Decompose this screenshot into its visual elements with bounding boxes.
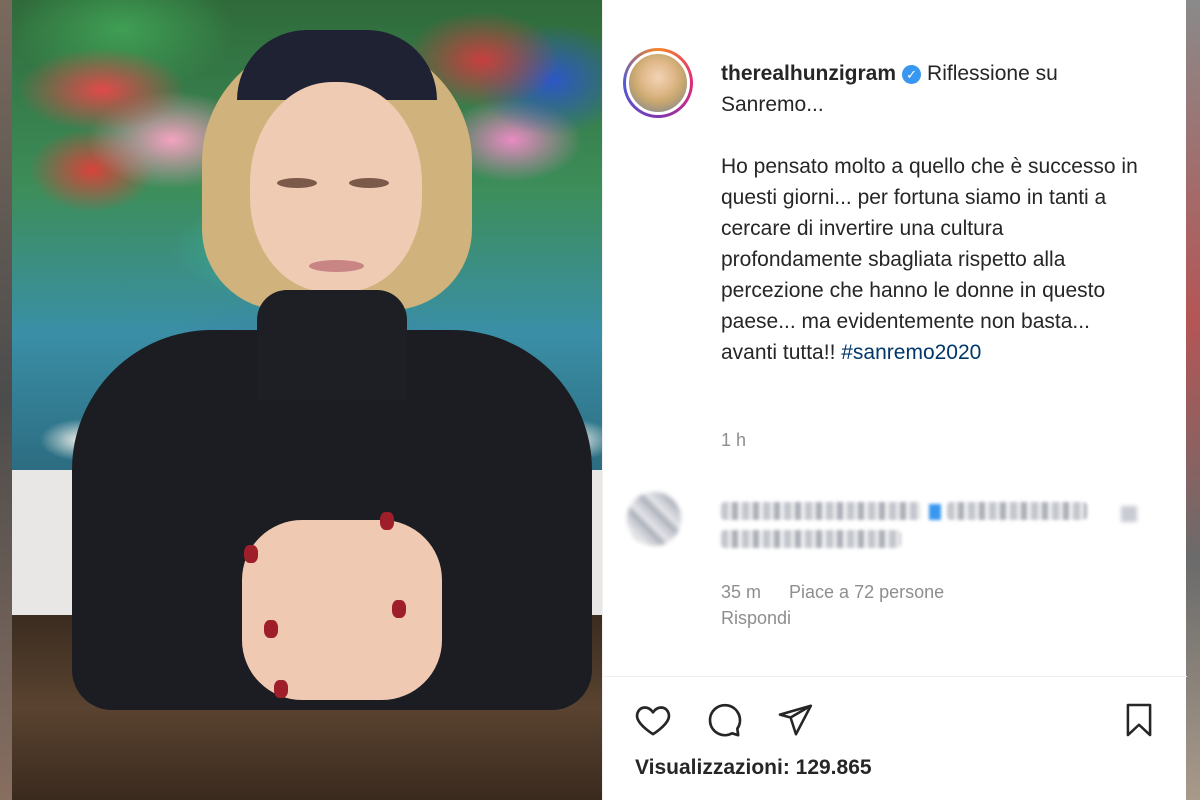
reply-button[interactable]: Rispondi	[721, 608, 791, 629]
post-modal: therealhunzigram ✓ Riflessione su Sanremo.…	[12, 0, 1187, 800]
avatar[interactable]	[626, 51, 690, 115]
comment-meta: 35 m Piace a 72 persone	[721, 582, 944, 603]
action-bar	[631, 698, 1161, 742]
comment-text-blurred-2	[721, 530, 901, 548]
story-ring[interactable]	[623, 48, 693, 118]
nail	[264, 620, 278, 638]
blurred-comment	[623, 484, 1163, 564]
username-link[interactable]: therealhunzigram	[721, 62, 896, 85]
nail	[392, 600, 406, 618]
comment-likes[interactable]: Piace a 72 persone	[789, 582, 944, 603]
comment-avatar-blurred[interactable]	[627, 492, 681, 546]
share-button[interactable]	[773, 698, 817, 742]
post-details-panel: therealhunzigram ✓ Riflessione su Sanremo.…	[602, 0, 1187, 800]
comment-button[interactable]	[701, 698, 745, 742]
view-count[interactable]: Visualizzazioni: 129.865	[635, 756, 872, 780]
left-eye	[277, 178, 317, 188]
caption-block: therealhunzigram ✓ Riflessione su Sanremo.…	[623, 48, 1163, 368]
caption: therealhunzigram ✓ Riflessione su Sanremo.…	[721, 58, 1141, 368]
hashtag-link[interactable]: #sanremo2020	[841, 341, 981, 364]
right-eye	[349, 178, 389, 188]
comment-text-blurred	[947, 502, 1087, 520]
nail	[244, 545, 258, 563]
backdrop-right-edge	[1186, 0, 1200, 800]
clasped-hands	[242, 520, 442, 700]
nail	[380, 512, 394, 530]
nail	[274, 680, 288, 698]
save-button[interactable]	[1117, 698, 1161, 742]
like-button[interactable]	[631, 698, 675, 742]
comment-verified-blurred	[929, 504, 941, 520]
caption-body: Ho pensato molto a quello che è successo…	[721, 155, 1138, 364]
verified-badge-icon: ✓	[902, 65, 922, 84]
turtleneck	[257, 290, 407, 400]
caption-timestamp[interactable]: 1 h	[721, 430, 746, 451]
comment-icon	[708, 703, 742, 737]
comment-username-blurred	[721, 502, 921, 520]
heart-icon	[635, 706, 671, 736]
post-video[interactable]	[12, 0, 602, 800]
paper-plane-icon	[778, 704, 813, 736]
comment-timestamp[interactable]: 35 m	[721, 582, 761, 603]
backdrop-left-edge	[0, 0, 12, 800]
caption-body-block: Ho pensato molto a quello che è successo…	[721, 151, 1141, 368]
bookmark-icon	[1126, 703, 1152, 737]
mouth	[309, 260, 364, 272]
comment-like-blurred[interactable]	[1121, 506, 1137, 522]
divider	[603, 676, 1187, 677]
